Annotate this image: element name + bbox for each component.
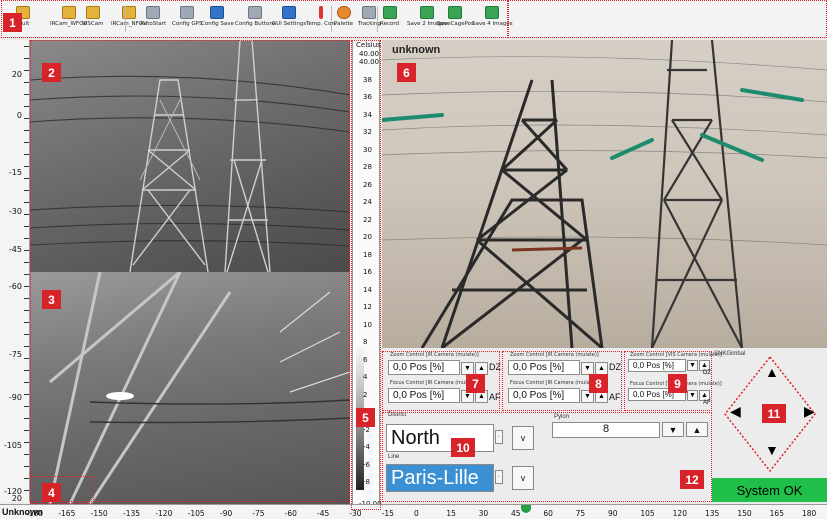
vertical-ruler-tick — [24, 298, 29, 299]
annotation-badge: 9 — [668, 374, 687, 393]
horizontal-ruler-label: 135 — [705, 509, 720, 518]
vertical-ruler-label: -90 — [8, 393, 22, 402]
vertical-ruler-tick — [24, 226, 29, 227]
annotation-badge: 1 — [3, 13, 22, 32]
horizontal-ruler-label: 30 — [478, 509, 489, 518]
horizontal-ruler-label: -90 — [220, 509, 233, 518]
vertical-ruler-tick — [24, 358, 29, 359]
horizontal-ruler-label: -165 — [58, 509, 76, 518]
vertical-ruler-tick — [24, 334, 29, 335]
vertical-ruler-tick — [24, 82, 29, 83]
horizontal-ruler-label: -45 — [317, 509, 330, 518]
horizontal-ruler-label: 15 — [446, 509, 456, 518]
horizontal-ruler-label: -120 — [155, 509, 173, 518]
horizontal-ruler-label: -15 — [381, 509, 394, 518]
annotation-badge: 3 — [42, 290, 61, 309]
horizontal-ruler-label: -60 — [284, 509, 297, 518]
annotation-badge: 2 — [42, 63, 61, 82]
vertical-ruler-tick — [24, 418, 29, 419]
vertical-ruler-tick — [24, 394, 29, 395]
horizontal-ruler-label: 105 — [640, 509, 655, 518]
vertical-ruler-tick — [24, 466, 29, 467]
vertical-ruler-tick — [24, 94, 29, 95]
vertical-ruler-tick — [24, 454, 29, 455]
vertical-ruler-tick — [24, 118, 29, 119]
annotation-toolbar-frame — [1, 0, 508, 38]
vertical-ruler-tick — [24, 130, 29, 131]
visual-camera-image[interactable]: unknown — [382, 40, 827, 348]
annotation-badge: 5 — [356, 408, 375, 427]
horizontal-ruler-label: 75 — [575, 509, 586, 518]
vertical-ruler-tick — [24, 178, 29, 179]
annotation-ir-frame — [30, 40, 350, 502]
vertical-ruler-label: -75 — [8, 350, 22, 359]
annotation-corner-frame — [30, 476, 94, 504]
vertical-ruler-label: 0 — [16, 111, 22, 120]
annotation-badge: 11 — [762, 404, 786, 423]
vertical-ruler-tick — [24, 262, 29, 263]
vertical-ruler-label: -45 — [8, 245, 22, 254]
annotation-badge: 4 — [42, 483, 61, 502]
vertical-ruler-tick — [24, 154, 29, 155]
vertical-ruler-tick — [24, 322, 29, 323]
vertical-ruler-tick — [24, 406, 29, 407]
status-badge: System OK — [712, 478, 827, 502]
vertical-ruler-tick — [24, 46, 29, 47]
vertical-ruler-label: 20 — [11, 494, 22, 503]
vertical-ruler-tick — [24, 442, 29, 443]
vertical-ruler-tick — [24, 478, 29, 479]
horizontal-ruler-label: -30 — [349, 509, 362, 518]
vertical-ruler-tick — [24, 274, 29, 275]
annotation-badge: 6 — [397, 63, 416, 82]
annotation-badge: 8 — [589, 374, 608, 393]
pan-position-marker[interactable] — [521, 505, 531, 513]
annotation-badge: 10 — [451, 438, 475, 457]
vertical-ruler-tick — [24, 286, 29, 287]
vertical-ruler-tick — [24, 382, 29, 383]
vertical-ruler-tick — [24, 310, 29, 311]
vertical-ruler-tick — [24, 142, 29, 143]
horizontal-ruler-label: -135 — [123, 509, 141, 518]
vertical-ruler-tick — [24, 430, 29, 431]
vertical-angle-ruler: 20 0 -15 -30 -45 -60 -75 -90 -105 -120 20 — [0, 40, 30, 503]
annotation-scale-frame — [351, 40, 381, 510]
vertical-ruler-label: -105 — [3, 441, 22, 450]
vertical-ruler-label: -60 — [8, 282, 22, 291]
vertical-ruler-tick — [24, 190, 29, 191]
vertical-ruler-tick — [24, 202, 29, 203]
vertical-ruler-tick — [24, 214, 29, 215]
vertical-ruler-tick — [24, 106, 29, 107]
vertical-ruler-tick — [24, 238, 29, 239]
vertical-ruler-label: -15 — [8, 168, 22, 177]
annotation-badge: 7 — [466, 374, 485, 393]
vertical-ruler-tick — [24, 346, 29, 347]
vertical-ruler-tick — [24, 70, 29, 71]
horizontal-ruler-label: -75 — [252, 509, 265, 518]
vertical-ruler-tick — [24, 166, 29, 167]
horizontal-ruler-label: -180 — [26, 509, 44, 518]
horizontal-ruler-label: 120 — [672, 509, 687, 518]
horizontal-ruler-label: 180 — [802, 509, 817, 518]
annotation-toolbar-frame — [508, 0, 827, 38]
visual-camera-title: unknown — [392, 44, 441, 56]
horizontal-ruler-label: 60 — [543, 509, 553, 518]
annotation-badge: 12 — [680, 470, 704, 489]
horizontal-ruler-label: -150 — [90, 509, 108, 518]
horizontal-ruler-label: 150 — [737, 509, 752, 518]
horizontal-ruler-label: 90 — [608, 509, 618, 518]
vertical-ruler-label: 20 — [11, 70, 22, 79]
vertical-ruler-tick — [24, 370, 29, 371]
horizontal-angle-ruler: Unknown -180 -165 -150 -135 -120 -105 -90 -75 -6… — [0, 504, 827, 519]
horizontal-ruler-label: 45 — [511, 509, 521, 518]
horizontal-ruler-label: -105 — [187, 509, 205, 518]
visual-scene — [382, 40, 827, 348]
horizontal-ruler-label: 165 — [769, 509, 784, 518]
vertical-ruler-tick — [24, 250, 29, 251]
vertical-ruler-tick — [24, 490, 29, 491]
vertical-ruler-tick — [24, 58, 29, 59]
annotation-nav-frame — [382, 412, 712, 502]
vertical-ruler-label: -30 — [8, 207, 22, 216]
horizontal-ruler-label: 0 — [414, 509, 419, 518]
